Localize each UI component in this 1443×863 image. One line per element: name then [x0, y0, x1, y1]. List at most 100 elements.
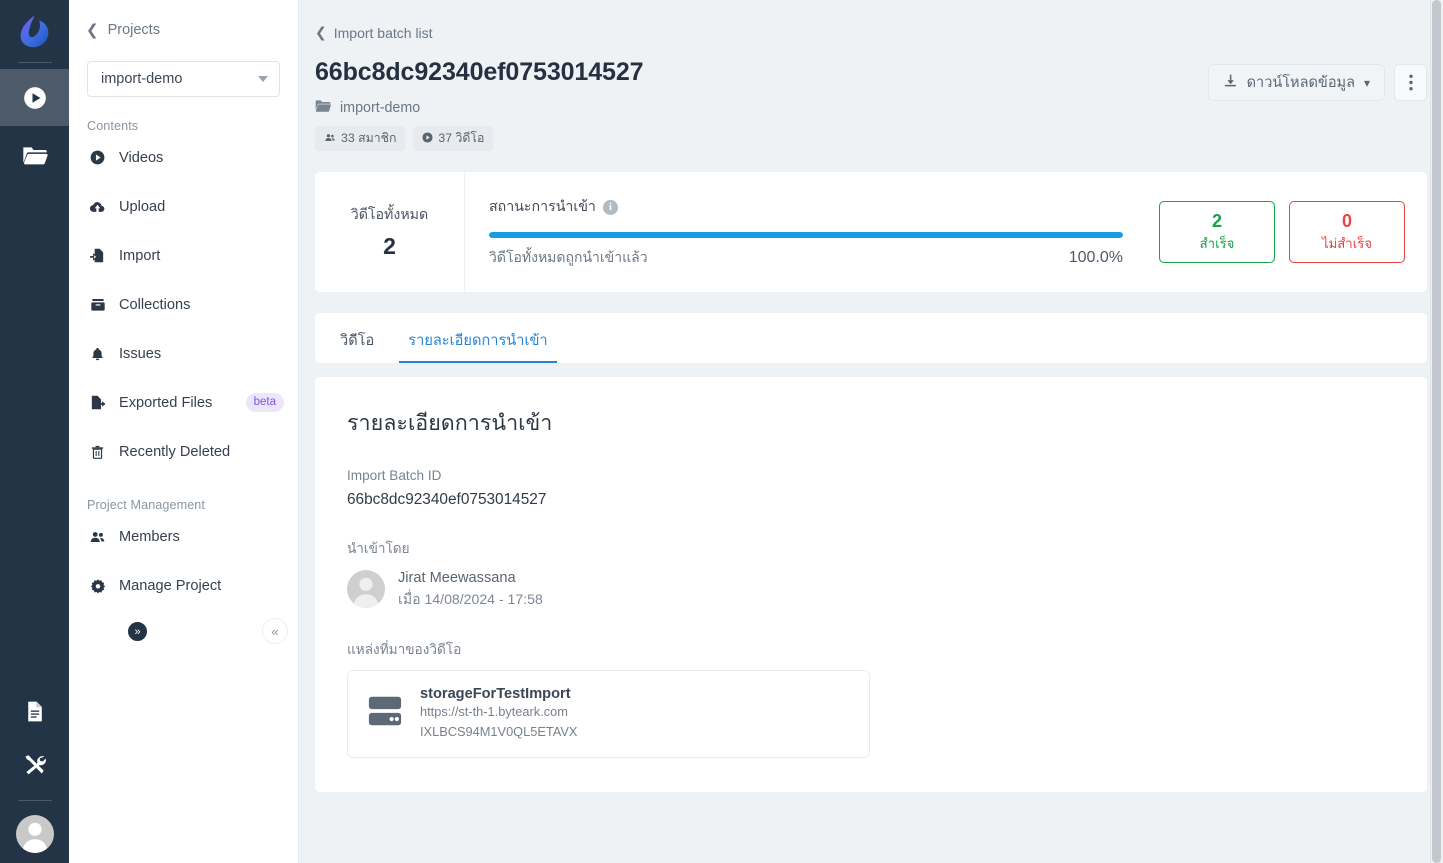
app-root: ❮ Projects import-demo Contents Videos U… [0, 0, 1443, 863]
chevron-left-icon: ❮ [315, 24, 327, 40]
info-icon[interactable]: i [602, 199, 618, 215]
rail-item-docs[interactable] [0, 684, 69, 738]
project-select[interactable]: import-demo [87, 61, 280, 97]
failed-count-box: 0 ไม่สำเร็จ [1289, 201, 1405, 263]
failed-count-label: ไม่สำเร็จ [1321, 236, 1373, 252]
sidebar-item-upload[interactable]: Upload [69, 182, 298, 231]
imported-by-name: Jirat Meewassana [398, 570, 516, 586]
page-header-left: 66bc8dc92340ef0753014527 import-demo 33 … [315, 58, 644, 151]
progress-caption: วิดีโอทั้งหมดถูกนำเข้าแล้ว [489, 249, 648, 265]
members-chip: 33 สมาชิก [315, 126, 406, 151]
progress-track [489, 232, 1123, 238]
storage-server-icon [366, 693, 404, 734]
page-header-row: 66bc8dc92340ef0753014527 import-demo 33 … [315, 41, 1427, 151]
icon-rail [0, 0, 69, 863]
rail-item-tools[interactable] [0, 738, 69, 792]
chevron-double-left-icon: « [271, 623, 279, 639]
sidebar-item-members[interactable]: Members [69, 512, 298, 561]
sidebar-item-label: Collections [119, 296, 191, 313]
chevron-double-right-icon: » [134, 625, 141, 638]
video-source-name: storageForTestImport [420, 685, 571, 702]
progress-fill [489, 232, 1123, 238]
play-circle-icon [23, 86, 46, 109]
sidebar-collapse-button[interactable]: « [262, 618, 288, 644]
video-source-text: storageForTestImport https://st-th-1.byt… [420, 686, 577, 742]
project-name: import-demo [340, 100, 421, 116]
videos-chip: 37 วิดีโอ [413, 126, 494, 151]
kebab-menu-icon [1408, 74, 1413, 91]
collection-icon [89, 297, 106, 313]
avatar[interactable] [15, 815, 54, 853]
chevron-left-icon: ❮ [86, 21, 99, 39]
detail-panel-title: รายละเอียดการนำเข้า [347, 411, 553, 435]
sidebar-item-import[interactable]: Import [69, 231, 298, 280]
sidebar-item-label: Upload [119, 198, 166, 215]
rail-item-videos[interactable] [0, 69, 69, 126]
sidebar-group-label-project-management: Project Management [87, 498, 206, 512]
batch-id-label: Import Batch ID [347, 468, 442, 483]
progress-footer: วิดีโอทั้งหมดถูกนำเข้าแล้ว 100.0% [489, 247, 1123, 269]
failed-count-value: 0 [1341, 210, 1352, 231]
sidebar-item-exported-files[interactable]: Exported Files beta [69, 378, 298, 427]
sidebar-item-videos[interactable]: Videos [69, 133, 298, 182]
sidebar-item-collections[interactable]: Collections [69, 280, 298, 329]
vertical-scrollbar[interactable] [1430, 0, 1443, 863]
bell-icon [89, 346, 106, 362]
beta-badge: beta [245, 392, 284, 413]
members-chip-label: 33 สมาชิก [341, 131, 397, 145]
sidebar-group-label-contents: Contents [87, 119, 139, 133]
header-actions: ดาวน์โหลดข้อมูล ▾ [1207, 58, 1427, 101]
rail-divider [17, 62, 52, 63]
back-to-projects-label: Projects [107, 22, 160, 38]
scrollbar-thumb[interactable] [1432, 0, 1441, 863]
avatar [347, 569, 385, 608]
total-videos-stat: วิดีโอทั้งหมด 2 [315, 172, 465, 292]
download-data-button[interactable]: ดาวน์โหลดข้อมูล ▾ [1207, 64, 1385, 101]
sidebar-item-label: Import [119, 247, 161, 264]
tab-import-details[interactable]: รายละเอียดการนำเข้า [399, 329, 557, 363]
download-icon [1223, 73, 1238, 92]
sidebar-item-label: Recently Deleted [119, 443, 231, 460]
byteark-logo-icon[interactable] [0, 0, 69, 62]
video-source-key: IXLBCS94M1V0QL5ETAVX [420, 723, 578, 739]
tab-videos[interactable]: วิดีโอ [331, 329, 383, 363]
import-stats-card: วิดีโอทั้งหมด 2 สถานะการนำเข้า i วิดีโอท… [315, 172, 1427, 292]
sidebar-expand-button[interactable]: » [126, 620, 149, 643]
trash-icon [89, 444, 106, 460]
batch-id-value: 66bc8dc92340ef0753014527 [347, 491, 547, 508]
sidebar-item-label: Exported Files [119, 394, 213, 411]
tools-icon [24, 755, 46, 775]
cloud-upload-icon [89, 198, 106, 215]
gear-icon [89, 578, 106, 594]
success-count-label: สำเร็จ [1199, 236, 1235, 252]
project-line: import-demo [315, 99, 643, 117]
document-icon [28, 701, 42, 721]
play-circle-icon [89, 150, 106, 165]
chevron-down-icon: ▾ [1363, 75, 1370, 90]
sidebar-item-manage-project[interactable]: Manage Project [69, 561, 298, 610]
sidebar-item-label: Manage Project [119, 577, 222, 594]
breadcrumb-label: Import batch list [333, 24, 433, 41]
main-content: ❮ Import batch list 66bc8dc92340ef075301… [299, 0, 1443, 863]
breadcrumb[interactable]: ❮ Import batch list [315, 0, 1427, 41]
imported-by-label: นำเข้าโดย [347, 541, 410, 556]
import-progress-header: สถานะการนำเข้า i [489, 196, 1123, 218]
video-source-box[interactable]: storageForTestImport https://st-th-1.byt… [347, 669, 870, 758]
rail-item-projects[interactable] [0, 126, 69, 183]
project-sidebar: ❮ Projects import-demo Contents Videos U… [69, 0, 299, 863]
videos-chip-label: 37 วิดีโอ [438, 131, 485, 145]
folder-open-icon [22, 146, 48, 164]
export-file-icon [89, 394, 106, 411]
video-source-field: แหล่งที่มาของวิดีโอ storageForTestImport… [347, 638, 1395, 758]
sidebar-item-recently-deleted[interactable]: Recently Deleted [69, 427, 298, 476]
rail-bottom-divider [17, 800, 52, 801]
download-data-label: ดาวน์โหลดข้อมูล [1246, 75, 1355, 91]
progress-percent: 100.0% [1068, 249, 1123, 266]
more-options-button[interactable] [1394, 64, 1427, 101]
import-progress-label: สถานะการนำเข้า [489, 199, 596, 215]
sidebar-item-issues[interactable]: Issues [69, 329, 298, 378]
success-count-value: 2 [1211, 210, 1222, 231]
back-to-projects-link[interactable]: ❮ Projects [69, 0, 298, 38]
batch-id-field: Import Batch ID 66bc8dc92340ef0753014527 [347, 468, 1395, 509]
tab-bar: วิดีโอ รายละเอียดการนำเข้า [315, 313, 1427, 363]
